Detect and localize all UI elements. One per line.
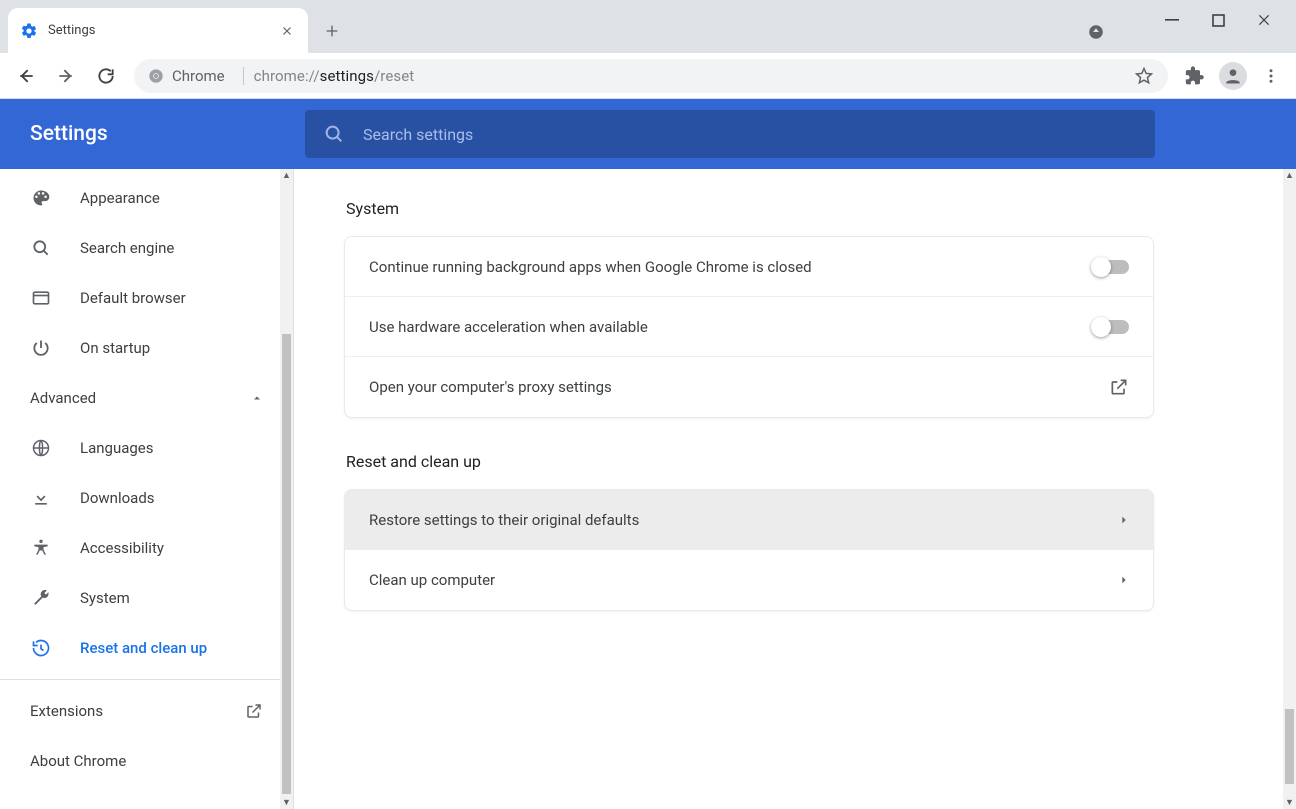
forward-button[interactable]	[48, 58, 84, 94]
scrollbar-thumb[interactable]	[282, 334, 291, 794]
close-window-button[interactable]	[1254, 10, 1274, 30]
sidebar-item-label: Downloads	[80, 489, 155, 507]
sidebar-item-label: Appearance	[80, 189, 160, 207]
sidebar-item-label: About Chrome	[30, 752, 126, 770]
kebab-menu-button[interactable]	[1254, 59, 1288, 93]
sidebar-item-label: Languages	[80, 439, 154, 457]
sidebar-item-default-browser[interactable]: Default browser	[0, 273, 293, 323]
chevron-up-icon	[251, 392, 263, 404]
palette-icon	[30, 188, 52, 208]
search-input[interactable]	[363, 125, 1137, 144]
sidebar-item-label: Search engine	[80, 239, 174, 257]
minimize-button[interactable]	[1162, 10, 1182, 30]
scroll-down-icon[interactable]: ▼	[1283, 796, 1296, 809]
omnibox[interactable]: Chrome chrome://settings/reset	[134, 59, 1168, 93]
reload-button[interactable]	[88, 58, 124, 94]
scroll-up-icon[interactable]: ▲	[1283, 169, 1296, 182]
row-hardware-accel: Use hardware acceleration when available	[345, 297, 1153, 357]
row-label: Clean up computer	[369, 571, 495, 589]
extensions-button[interactable]	[1178, 59, 1212, 93]
section-title-reset: Reset and clean up	[346, 452, 1154, 471]
scroll-up-icon[interactable]: ▲	[280, 169, 293, 182]
omnibox-chip-label: Chrome	[172, 67, 225, 85]
toggle-background-apps[interactable]	[1093, 260, 1129, 274]
sidebar-item-label: Accessibility	[80, 539, 164, 557]
omnibox-chip: Chrome	[148, 67, 244, 85]
sidebar-item-languages[interactable]: Languages	[0, 423, 293, 473]
row-restore-defaults[interactable]: Restore settings to their original defau…	[345, 490, 1153, 550]
row-clean-up-computer[interactable]: Clean up computer	[345, 550, 1153, 610]
download-icon	[30, 488, 52, 508]
browser-toolbar: Chrome chrome://settings/reset	[0, 53, 1296, 99]
settings-header: Settings	[0, 99, 1296, 169]
content-area: Appearance Search engine Default browser…	[0, 169, 1296, 809]
power-icon	[30, 338, 52, 358]
tab-title: Settings	[48, 23, 268, 38]
sidebar: Appearance Search engine Default browser…	[0, 169, 294, 809]
maximize-button[interactable]	[1208, 10, 1228, 30]
scroll-down-icon[interactable]: ▼	[280, 796, 293, 809]
accessibility-icon	[30, 538, 52, 558]
sidebar-divider	[0, 679, 293, 680]
sidebar-scrollbar[interactable]: ▲ ▼	[280, 169, 293, 809]
row-proxy-settings[interactable]: Open your computer's proxy settings	[345, 357, 1153, 417]
window-controls	[1140, 0, 1296, 40]
avatar-icon	[1219, 62, 1247, 90]
page-title: Settings	[0, 122, 305, 146]
sidebar-item-label: Reset and clean up	[80, 639, 207, 657]
sidebar-item-extensions[interactable]: Extensions	[0, 686, 293, 736]
toggle-hardware-accel[interactable]	[1093, 320, 1129, 334]
sidebar-item-search-engine[interactable]: Search engine	[0, 223, 293, 273]
search-icon	[323, 123, 345, 145]
reset-card: Restore settings to their original defau…	[344, 489, 1154, 611]
system-card: Continue running background apps when Go…	[344, 236, 1154, 418]
close-tab-button[interactable]	[278, 22, 296, 40]
sidebar-item-system[interactable]: System	[0, 573, 293, 623]
scrollbar-thumb[interactable]	[1285, 709, 1294, 784]
external-link-icon	[245, 702, 263, 720]
gear-icon	[20, 22, 38, 40]
row-label: Continue running background apps when Go…	[369, 258, 812, 276]
sidebar-item-label: System	[80, 589, 130, 607]
sidebar-item-on-startup[interactable]: On startup	[0, 323, 293, 373]
sidebar-advanced-label: Advanced	[30, 389, 96, 407]
sidebar-item-about[interactable]: About Chrome	[0, 736, 293, 786]
row-background-apps: Continue running background apps when Go…	[345, 237, 1153, 297]
sidebar-item-downloads[interactable]: Downloads	[0, 473, 293, 523]
chevron-right-icon	[1119, 575, 1129, 585]
profile-badge-icon[interactable]	[1086, 22, 1106, 42]
history-icon	[30, 638, 52, 658]
section-title-system: System	[346, 199, 1154, 218]
browser-icon	[30, 288, 52, 308]
window-tabstrip: Settings	[0, 0, 1296, 53]
wrench-icon	[30, 588, 52, 608]
settings-search[interactable]	[305, 110, 1155, 158]
back-button[interactable]	[8, 58, 44, 94]
bookmark-star-icon[interactable]	[1134, 66, 1154, 86]
browser-tab[interactable]: Settings	[8, 8, 308, 53]
main-scrollbar[interactable]: ▲ ▼	[1283, 169, 1296, 809]
sidebar-item-reset[interactable]: Reset and clean up	[0, 623, 293, 673]
sidebar-item-label: Default browser	[80, 289, 186, 307]
row-label: Restore settings to their original defau…	[369, 511, 639, 529]
search-icon	[30, 238, 52, 258]
row-label: Open your computer's proxy settings	[369, 378, 612, 396]
new-tab-button[interactable]	[318, 17, 346, 45]
main-panel: System Continue running background apps …	[294, 169, 1296, 809]
globe-icon	[30, 438, 52, 458]
external-link-icon	[1109, 377, 1129, 397]
chrome-icon	[148, 68, 164, 84]
sidebar-item-appearance[interactable]: Appearance	[0, 173, 293, 223]
chevron-right-icon	[1119, 515, 1129, 525]
row-label: Use hardware acceleration when available	[369, 318, 648, 336]
profile-avatar-button[interactable]	[1216, 59, 1250, 93]
sidebar-advanced-toggle[interactable]: Advanced	[0, 373, 293, 423]
omnibox-url[interactable]: chrome://settings/reset	[254, 67, 1124, 85]
sidebar-item-label: Extensions	[30, 702, 103, 720]
sidebar-item-accessibility[interactable]: Accessibility	[0, 523, 293, 573]
sidebar-item-label: On startup	[80, 339, 150, 357]
